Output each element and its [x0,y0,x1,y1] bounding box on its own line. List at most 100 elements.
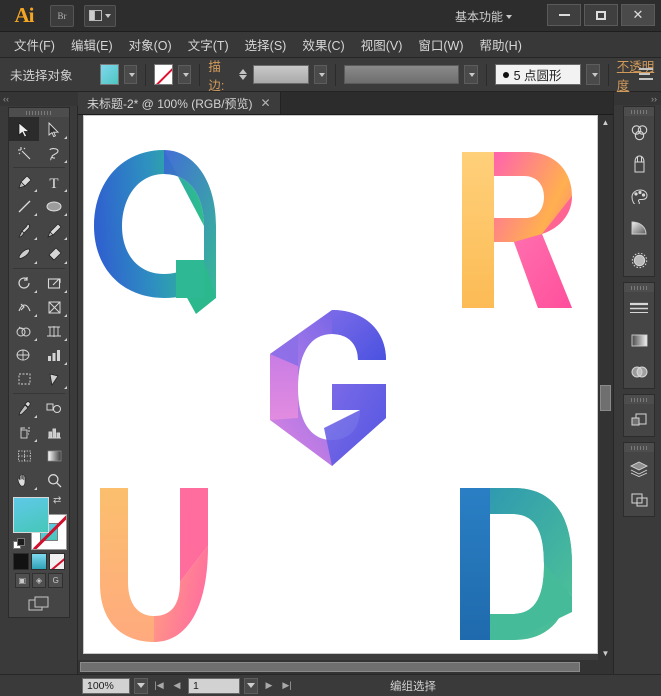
paintbrush-tool[interactable] [9,218,39,242]
panel-group-drag-handle[interactable] [624,107,654,116]
zoom-tool[interactable] [39,468,69,492]
variable-width-profile-field[interactable] [343,65,460,84]
tool-flyout-indicator[interactable] [64,338,67,341]
tool-flyout-indicator[interactable] [34,189,37,192]
width-tool[interactable] [9,295,39,319]
brush-definition-field[interactable]: 5 点圆形 [494,64,582,85]
vertical-scrollbar[interactable]: ▲ ▼ [598,115,613,660]
rotate-tool[interactable] [9,271,39,295]
swatches-panel-icon[interactable] [624,180,654,212]
menu-select[interactable]: 选择(S) [237,31,295,58]
zoom-level-dropdown[interactable] [134,677,148,694]
gradient-mesh-tool[interactable] [9,444,39,468]
stepper-down-icon[interactable] [238,75,247,80]
document-tab[interactable]: 未标题-2* @ 100% (RGB/预览) ✕ [78,92,281,114]
tool-flyout-indicator[interactable] [64,386,67,389]
color-mode-none[interactable] [49,553,65,570]
tool-flyout-indicator[interactable] [34,415,37,418]
layers-panel-icon[interactable] [624,452,654,484]
close-icon[interactable]: ✕ [261,96,271,110]
tool-flyout-indicator[interactable] [64,213,67,216]
first-artboard-button[interactable]: |◀ [152,678,166,694]
pen-tool[interactable] [9,170,39,194]
horizontal-scroll-thumb[interactable] [80,662,580,672]
tool-flyout-indicator[interactable] [34,261,37,264]
panel-group-drag-handle[interactable] [624,283,654,292]
artboard-number-field[interactable]: 1 [188,677,240,694]
default-fill-stroke-icon[interactable] [13,538,26,551]
line-segment-tool[interactable] [9,194,39,218]
magic-wand-tool[interactable] [9,141,39,165]
tool-flyout-indicator[interactable] [64,136,67,139]
fill-color-control[interactable] [13,497,49,533]
scale-tool[interactable] [39,271,69,295]
brush-definition-dropdown[interactable] [586,64,600,85]
transparency-panel-icon[interactable] [624,356,654,388]
gradient-panel-icon[interactable] [624,212,654,244]
stroke-color-swatch[interactable] [154,64,173,85]
stroke-weight-stepper[interactable] [238,69,247,80]
direct-selection-tool[interactable] [39,117,69,141]
menu-window[interactable]: 窗口(W) [410,31,471,58]
tool-flyout-indicator[interactable] [64,160,67,163]
panel-group-drag-handle[interactable] [624,443,654,452]
scroll-down-icon[interactable]: ▼ [598,646,613,660]
artboard-number-dropdown[interactable] [244,677,258,694]
perspective-grid-tool[interactable] [39,319,69,343]
column-graph-tool[interactable] [39,343,69,367]
tool-flyout-indicator[interactable] [34,314,37,317]
screen-mode-button[interactable] [9,591,69,617]
menu-file[interactable]: 文件(F) [6,31,63,58]
zoom-level-field[interactable]: 100% [82,677,130,694]
draw-behind-mode-icon[interactable]: ◈ [31,573,47,588]
tool-flyout-indicator[interactable] [64,261,67,264]
fill-swatch-dropdown[interactable] [123,65,138,84]
lasso-tool[interactable] [39,141,69,165]
last-artboard-button[interactable]: ▶| [280,678,294,694]
letter-d[interactable] [456,486,574,642]
slice-tool[interactable] [39,367,69,391]
gradient-tool[interactable] [39,444,69,468]
variable-width-profile-dropdown[interactable] [464,65,478,84]
letter-r[interactable] [456,150,574,310]
letter-q[interactable] [92,148,218,316]
horizontal-scrollbar[interactable] [78,660,613,674]
eraser-tool[interactable] [39,242,69,266]
stroke-panel-icon[interactable] [624,292,654,324]
tool-flyout-indicator[interactable] [64,290,67,293]
free-transform-tool[interactable] [39,295,69,319]
pathfinder-panel-icon[interactable] [624,404,654,436]
blob-brush-tool[interactable] [9,242,39,266]
graph-tool[interactable] [39,420,69,444]
artboard-tool[interactable] [9,367,39,391]
mesh-tool[interactable] [9,343,39,367]
stepper-up-icon[interactable] [238,69,247,74]
vertical-scroll-thumb[interactable] [600,385,611,411]
close-button[interactable]: ✕ [621,4,655,26]
symbols-panel-icon[interactable] [624,244,654,276]
right-dock-expand-handle[interactable]: ›› [614,92,661,105]
draw-inside-mode-icon[interactable]: G [48,573,64,588]
gradient-slider-panel-icon[interactable] [624,324,654,356]
color-mode-black[interactable] [13,553,29,570]
tool-flyout-indicator[interactable] [34,237,37,240]
menu-help[interactable]: 帮助(H) [472,31,530,58]
minimize-button[interactable] [547,4,581,26]
stroke-swatch-dropdown[interactable] [177,65,192,84]
tool-flyout-indicator[interactable] [34,290,37,293]
letter-u[interactable] [94,486,212,642]
scroll-up-icon[interactable]: ▲ [598,115,613,129]
panel-group-drag-handle[interactable] [624,395,654,404]
ellipse-tool[interactable] [39,194,69,218]
menu-type[interactable]: 文字(T) [180,31,237,58]
tool-flyout-indicator[interactable] [64,237,67,240]
next-artboard-button[interactable]: ▶ [262,678,276,694]
workspace-switcher[interactable]: 基本功能 [449,7,518,26]
artboards-panel-icon[interactable] [624,484,654,516]
letter-g[interactable] [268,308,388,466]
selection-tool[interactable] [9,117,39,141]
color-panel-icon[interactable] [624,116,654,148]
type-tool[interactable]: T [39,170,69,194]
color-mode-gradient[interactable] [31,553,47,570]
menu-view[interactable]: 视图(V) [353,31,411,58]
